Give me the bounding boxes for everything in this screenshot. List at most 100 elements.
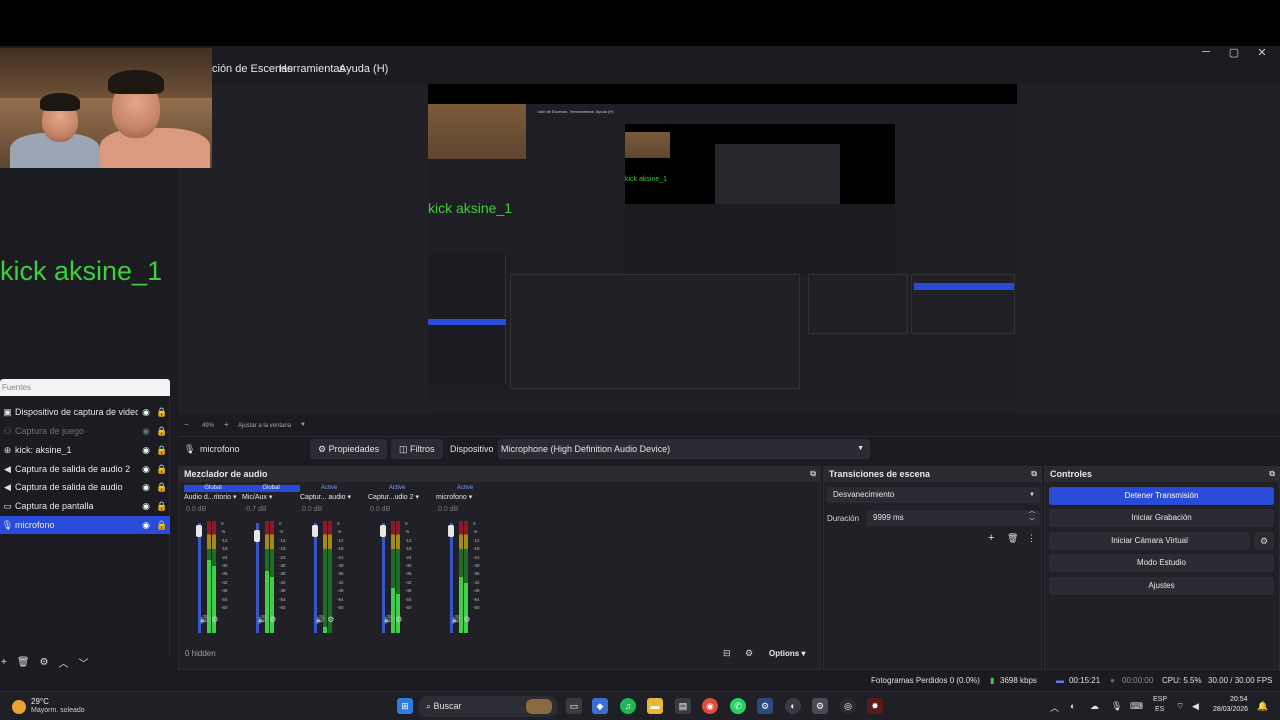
file-explorer-icon[interactable]: ▬ (647, 698, 663, 714)
fader-knob[interactable] (254, 530, 260, 542)
visibility-eye-icon[interactable]: ◉ (138, 426, 154, 437)
fader-knob[interactable] (196, 525, 202, 537)
fit-chevron-icon[interactable]: ▼ (300, 422, 306, 428)
properties-button[interactable]: ⚙ Propiedades (310, 439, 388, 459)
fader-knob[interactable] (380, 525, 386, 537)
channel-gear-icon[interactable]: ⚙ (211, 615, 218, 624)
preview-canvas[interactable]: kick aksine_1 ción de Escenas Herramient… (428, 84, 1017, 414)
channel-gear-icon[interactable]: ⚙ (269, 615, 276, 624)
stepper-icon[interactable]: ︿ ﹀ (1029, 507, 1035, 527)
move-down-button[interactable]: ﹀ (79, 655, 89, 670)
weather-desc[interactable]: Mayorm. soleado (31, 707, 85, 714)
duration-input[interactable]: 9999 ms ︿ ﹀ (867, 507, 1040, 527)
channel-gear-icon[interactable]: ⚙ (327, 615, 334, 624)
channel-name[interactable]: microfono ▾ (436, 493, 472, 501)
task-view-icon[interactable]: ▭ (566, 698, 582, 714)
spotify-icon[interactable]: ♫ (620, 698, 636, 714)
menu-help[interactable]: Ayuda (H) (339, 63, 388, 75)
source-item[interactable]: 🎙 microfono ◉ 🔒 (0, 516, 170, 534)
advanced-settings-icon[interactable]: ⚙ (745, 648, 753, 659)
channel-name[interactable]: Mic/Aux ▾ (242, 493, 272, 501)
language-indicator[interactable]: ESP (1153, 696, 1167, 703)
copilot-icon[interactable]: ◆ (592, 698, 608, 714)
options-button[interactable]: Options ▾ (769, 649, 805, 658)
notification-icon[interactable]: 🔔 (1257, 701, 1268, 712)
popout-icon[interactable]: ⧉ (1269, 469, 1275, 479)
fader-knob[interactable] (448, 525, 454, 537)
windows-start-icon[interactable]: ⊞ (397, 698, 413, 714)
device-select[interactable]: Microphone (High Definition Audio Device… (498, 439, 870, 459)
settings-icon[interactable]: ⚙ (812, 698, 828, 714)
red-app-icon[interactable]: ✸ (867, 698, 883, 714)
visibility-eye-icon[interactable]: ◉ (138, 501, 154, 512)
lock-icon[interactable]: 🔒 (154, 445, 170, 456)
popout-icon[interactable]: ⧉ (1031, 469, 1037, 479)
move-up-button[interactable]: ︿ (59, 655, 69, 670)
remove-source-button[interactable]: 🗑 (17, 657, 30, 668)
preview-area[interactable]: kick aksine_1 ción de Escenas Herramient… (178, 84, 1280, 414)
popout-icon[interactable]: ⧉ (810, 469, 816, 479)
source-settings-button[interactable]: ⚙ (40, 657, 49, 668)
filters-button[interactable]: ◫ Filtros (391, 439, 443, 459)
transition-select[interactable]: Desvanecimiento ▼ (827, 487, 1040, 503)
channel-gear-icon[interactable]: ⚙ (395, 615, 402, 624)
visibility-eye-icon[interactable]: ◉ (138, 520, 154, 531)
start-virtual-camera-button[interactable]: Iniciar Cámara Virtual (1049, 532, 1250, 550)
channel-gear-icon[interactable]: ⚙ (463, 615, 470, 624)
clock-time[interactable]: 20:54 (1230, 696, 1248, 703)
visibility-eye-icon[interactable]: ◉ (138, 464, 154, 475)
stop-stream-button[interactable]: Detener Transmisión (1049, 487, 1274, 505)
channel-name[interactable]: Captur...udio 2 ▾ (368, 493, 419, 501)
speaker-icon[interactable]: 🔊 (383, 615, 393, 624)
channel-name[interactable]: Audio d...ritorio ▾ (184, 493, 237, 501)
settings-button[interactable]: Ajustes (1049, 577, 1274, 595)
clock-date[interactable]: 28/03/2026 (1213, 706, 1248, 713)
source-item[interactable]: ◀ Captura de salida de audio ◉ 🔒 (0, 478, 170, 496)
fit-window-select[interactable]: Ajustar a la ventana (238, 423, 291, 429)
zoom-out-button[interactable]: − (184, 420, 189, 429)
store-icon[interactable]: ▤ (675, 698, 691, 714)
visibility-eye-icon[interactable]: ◉ (138, 407, 154, 418)
chrome-icon[interactable]: ◉ (702, 698, 718, 714)
speaker-icon[interactable]: 🔊 (315, 615, 325, 624)
lock-icon[interactable]: 🔒 (154, 426, 170, 437)
maximize-button[interactable]: ▢ (1220, 46, 1248, 60)
speaker-icon[interactable]: 🔊 (199, 615, 209, 624)
add-transition-icon[interactable]: + (988, 532, 994, 544)
speaker-icon[interactable]: 🔊 (257, 615, 267, 624)
lock-icon[interactable]: 🔒 (154, 482, 170, 493)
source-item[interactable]: ▣ Dispositivo de captura de video ◉ 🔒 (0, 403, 170, 421)
wifi-icon[interactable]: ⌔ (1176, 701, 1184, 712)
lock-icon[interactable]: 🔒 (154, 407, 170, 418)
speaker-icon[interactable]: 🔊 (451, 615, 461, 624)
close-button[interactable]: ✕ (1248, 46, 1276, 60)
lock-icon[interactable]: 🔒 (154, 501, 170, 512)
taskbar-search[interactable]: ⌕ Buscar (418, 696, 558, 717)
tray-expand-icon[interactable]: ︿ (1050, 701, 1059, 714)
obs-icon[interactable]: ◎ (840, 698, 856, 714)
app-icon[interactable]: ◐ (785, 698, 801, 714)
volume-icon[interactable]: ◀ (1192, 701, 1199, 712)
cloud-icon[interactable]: ☁ (1090, 701, 1099, 712)
source-item[interactable]: ◀ Captura de salida de audio 2 ◉ 🔒 (0, 460, 170, 478)
lock-icon[interactable]: 🔒 (154, 520, 170, 531)
menu-tools[interactable]: Herramientas (279, 63, 345, 75)
more-options-icon[interactable]: ⋮ (1027, 533, 1036, 544)
layout-toggle-icon[interactable]: ⊟ (723, 648, 731, 659)
whatsapp-icon[interactable]: ✆ (730, 698, 746, 714)
mic-tray-icon[interactable]: 🎙 (1111, 701, 1122, 712)
steam-icon[interactable]: ⚙ (757, 698, 773, 714)
weather-temp[interactable]: 29°C (31, 697, 49, 706)
channel-name[interactable]: Captur... audio ▾ (300, 493, 351, 501)
visibility-eye-icon[interactable]: ◉ (138, 482, 154, 493)
visibility-eye-icon[interactable]: ◉ (138, 445, 154, 456)
source-item[interactable]: ⊕ kick: aksine_1 ◉ 🔒 (0, 441, 170, 459)
source-item[interactable]: ▭ Captura de pantalla ◉ 🔒 (0, 497, 170, 515)
studio-mode-button[interactable]: Modo Estudio (1049, 554, 1274, 572)
tray-icon[interactable]: ◐ (1070, 701, 1075, 711)
trash-icon[interactable]: 🗑 (1007, 533, 1018, 544)
language-sub[interactable]: ES (1155, 706, 1164, 713)
start-recording-button[interactable]: Iniciar Grabación (1049, 509, 1274, 527)
keyboard-icon[interactable]: ⌨ (1130, 701, 1143, 712)
source-item[interactable]: ⚇ Captura de juego ◉ 🔒 (0, 422, 170, 440)
